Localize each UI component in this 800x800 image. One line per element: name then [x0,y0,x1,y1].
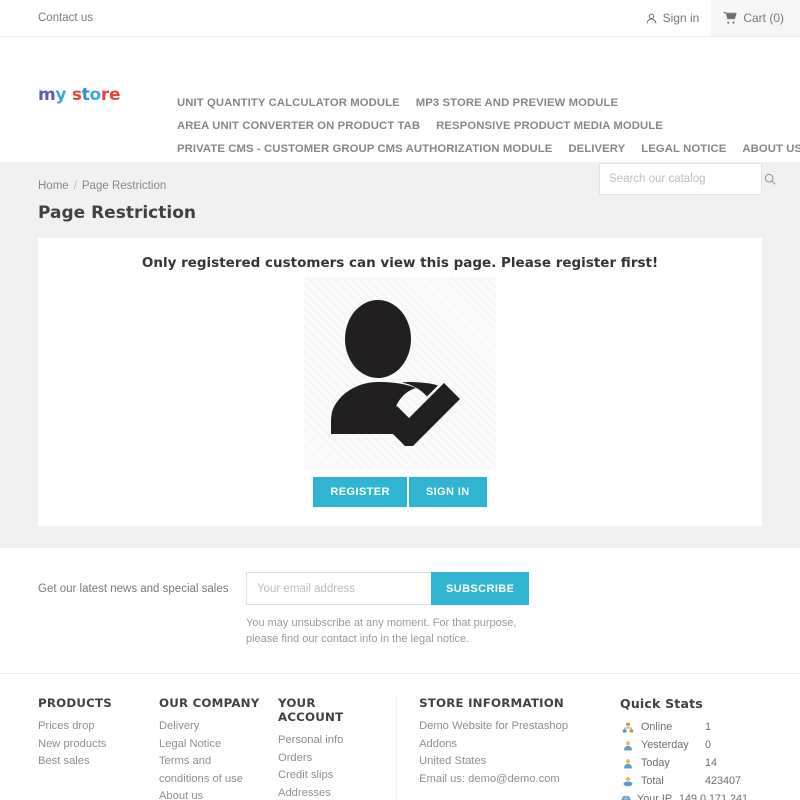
user-icon [620,757,636,771]
footer-link-orders[interactable]: Orders [278,750,382,768]
footer-link-about-us[interactable]: About us [159,788,264,800]
menu-item-about-us[interactable]: ABOUT US [742,143,800,155]
footer-heading-your-account: YOUR ACCOUNT [278,696,344,724]
footer-link-credit-slips[interactable]: Credit slips [278,767,382,785]
stat-label-total: Total [641,775,664,787]
stat-value-your-ip: 149.0.171.241 [678,793,748,800]
logo-letter-r: r [100,85,109,105]
sign-in-button[interactable]: Sign in [633,0,712,36]
site-footer: PRODUCTS Prices drop New products Best s… [0,673,800,800]
logo-letter-m: m [38,85,56,105]
logo-letter-e: e [108,85,121,105]
footer-link-personal-info[interactable]: Personal info [278,732,382,750]
menu-item-private-cms[interactable]: PRIVATE CMS - CUSTOMER GROUP CMS AUTHORI… [177,143,552,155]
breadcrumb-home[interactable]: Home [38,180,69,192]
menu-row-2: AREA UNIT CONVERTER ON PRODUCT TAB RESPON… [177,114,762,137]
cart-label: Cart (0) [743,11,784,25]
site-logo[interactable]: my store [38,85,121,105]
footer-heading-our-company: OUR COMPANY [158,696,260,710]
newsletter-label: Get our latest news and special sales [38,583,229,595]
stat-label-today: Today [641,757,670,769]
search-icon[interactable] [763,172,777,186]
menu-item-mp3-store-preview[interactable]: MP3 STORE AND PREVIEW MODULE [416,97,618,109]
footer-link-new-products[interactable]: New products [38,736,145,754]
globe-icon [620,793,632,800]
logo-letter-t: t [81,85,90,105]
menu-row-1: UNIT QUANTITY CALCULATOR MODULE MP3 STORE… [177,91,762,114]
menu-item-responsive-product-media[interactable]: RESPONSIVE PRODUCT MEDIA MODULE [436,120,663,132]
restriction-message: Only registered customers can view this … [141,255,659,271]
stat-label-online: Online [641,721,673,733]
contact-us-link[interactable]: Contact us [0,12,93,24]
register-button[interactable]: REGISTER [313,477,407,507]
sign-in-label: Sign in [662,11,700,25]
footer-heading-products: PRODUCTS [38,696,112,710]
user-icon [620,739,636,753]
stat-value-online: 1 [705,721,712,733]
network-icon [620,721,636,735]
newsletter-note-line2: please find our contact info in the lega… [246,633,470,645]
footer-link-best-sales[interactable]: Best sales [38,753,145,771]
page-title: Page Restriction [38,203,196,223]
footer-link-delivery[interactable]: Delivery [159,718,264,736]
footer-heading-quick-stats: Quick Stats [620,696,703,711]
stat-row-today: Today 14 [620,755,748,772]
logo-letter-y: y [55,85,67,105]
footer-heading-store-information: STORE INFORMATION [419,696,565,710]
user-icon [645,12,658,25]
newsletter-note: You may unsubscribe at any moment. For t… [246,615,529,647]
footer-link-legal-notice[interactable]: Legal Notice [159,736,264,754]
search-input[interactable] [609,173,763,185]
stat-label-yesterday: Yesterday [641,739,689,751]
footer-column-our-company: OUR COMPANY Delivery Legal Notice Terms … [159,696,278,800]
newsletter-note-line1: You may unsubscribe at any moment. For t… [246,617,517,629]
logo-letter-o: o [89,85,102,105]
stat-value-yesterday: 0 [705,739,712,751]
footer-link-prices-drop[interactable]: Prices drop [38,718,145,736]
stat-row-total: Total 423407 [620,773,748,790]
restriction-actions: REGISTER SIGN IN [38,477,762,507]
footer-column-products: PRODUCTS Prices drop New products Best s… [38,696,159,800]
restriction-illustration [304,277,496,469]
menu-item-area-unit-converter[interactable]: AREA UNIT CONVERTER ON PRODUCT TAB [177,120,420,132]
shopping-cart-icon [723,11,738,25]
menu-item-delivery[interactable]: DELIVERY [568,143,625,155]
store-info-email: Email us: demo@demo.com [419,772,560,785]
menu-row-3: PRIVATE CMS - CUSTOMER GROUP CMS AUTHORI… [177,137,800,160]
subscribe-button[interactable]: SUBSCRIBE [431,572,530,605]
stat-value-total: 423407 [705,775,742,787]
cart-button[interactable]: Cart (0) [711,0,800,36]
stat-row-online: Online 1 [620,719,748,736]
users-icon [620,775,636,789]
newsletter-input-row: SUBSCRIBE [246,572,530,605]
menu-item-unit-quantity-calculator[interactable]: UNIT QUANTITY CALCULATOR MODULE [177,97,400,109]
menu-item-legal-notice[interactable]: LEGAL NOTICE [641,143,726,155]
breadcrumb-current: Page Restriction [81,180,167,192]
top-bar: Contact us Sign in Cart (0) [0,0,800,37]
main-menu: UNIT QUANTITY CALCULATOR MODULE MP3 STORE… [177,49,800,160]
footer-column-store-information: STORE INFORMATION Demo Website for Prest… [397,696,612,800]
search-box[interactable] [599,163,776,195]
newsletter-section: Get our latest news and special sales SU… [0,548,800,673]
stat-label-your-ip: Your IP [637,793,673,800]
newsletter-form: SUBSCRIBE You may unsubscribe at any mom… [246,572,530,647]
footer-link-addresses[interactable]: Addresses [278,785,382,800]
footer-link-terms[interactable]: Terms and conditions of use [159,753,264,788]
store-info-line1: Demo Website for Prestashop Addons [419,720,569,750]
breadcrumb-separator: / [73,180,77,192]
user-check-icon [316,296,484,451]
page-restriction-card: Only registered customers can view this … [38,238,762,526]
footer-column-quick-stats: Quick Stats Online 1 Yesterday 0 Today 1… [612,696,762,800]
stat-row-yesterday: Yesterday 0 [620,737,748,754]
sign-in-button[interactable]: SIGN IN [408,477,487,507]
newsletter-email-input[interactable] [246,572,431,605]
store-info-line2: United States [419,755,487,767]
logo-letter-s: s [71,85,82,105]
stat-value-today: 14 [705,757,718,769]
site-header: my store UNIT QUANTITY CALCULATOR MODULE… [0,37,800,195]
stat-row-your-ip: Your IP 149.0.171.241 [620,791,748,800]
top-bar-actions: Sign in Cart (0) [633,0,800,36]
footer-column-your-account: YOUR ACCOUNT Personal info Orders Credit… [278,696,398,800]
